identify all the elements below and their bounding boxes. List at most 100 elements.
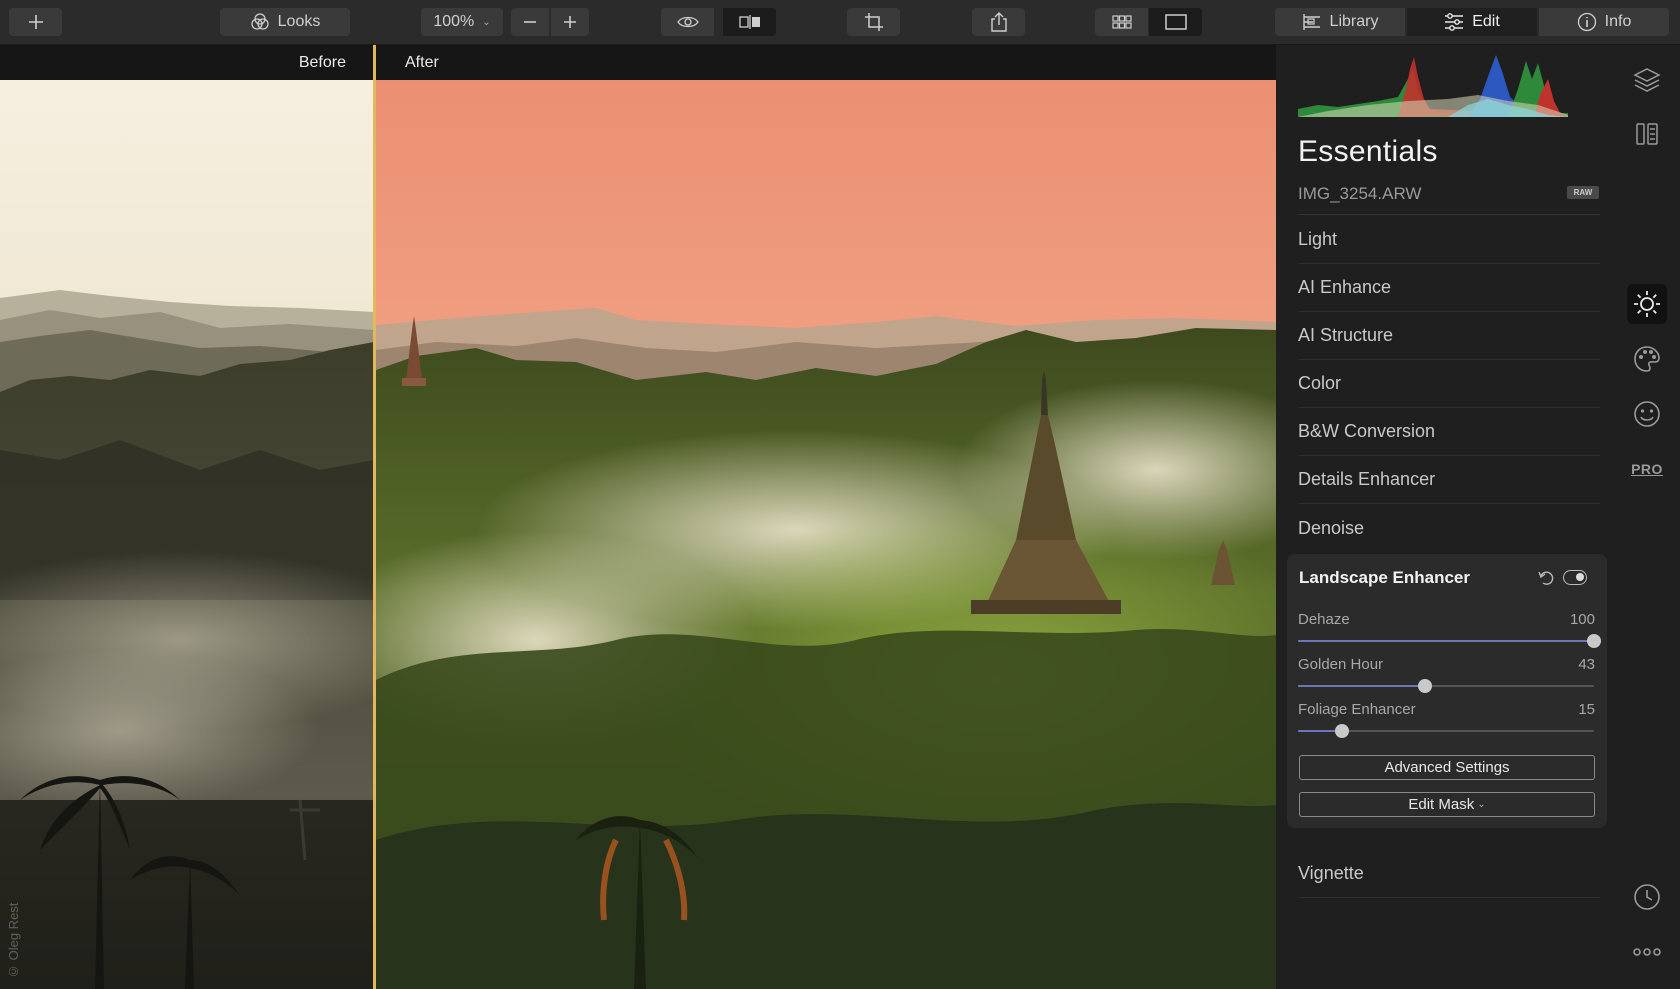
compare-split-handle[interactable] xyxy=(373,45,376,989)
section-vignette[interactable]: Vignette xyxy=(1298,850,1600,898)
library-icon xyxy=(1302,14,1320,30)
section-label: B&W Conversion xyxy=(1298,421,1436,441)
section-label: Denoise xyxy=(1298,517,1365,538)
more-button[interactable] xyxy=(1627,932,1667,972)
split-view-icon xyxy=(738,15,760,29)
slider-thumb[interactable] xyxy=(1335,724,1350,738)
single-image-icon xyxy=(1164,14,1187,30)
section-ai-enhance[interactable]: AI Enhance xyxy=(1298,264,1600,312)
layers-icon xyxy=(1633,68,1661,92)
looks-label: Looks xyxy=(277,13,321,30)
tool-rail: PRO xyxy=(1614,45,1680,989)
before-label: Before xyxy=(298,54,346,71)
grid-icon xyxy=(1111,15,1132,29)
section-color[interactable]: Color xyxy=(1298,360,1600,408)
chevron-down-icon: ⌄ xyxy=(482,16,491,28)
slider-value: 43 xyxy=(1578,656,1595,673)
slider-label: Dehaze xyxy=(1298,611,1350,628)
landscape-enhancer-card: Landscape Enhancer Dehaze 100 Golden Hou… xyxy=(1287,554,1607,828)
card-title[interactable]: Landscape Enhancer xyxy=(1299,568,1470,588)
raw-badge: RAW xyxy=(1567,186,1599,199)
section-denoise[interactable]: Denoise xyxy=(1298,504,1600,552)
info-label: Info xyxy=(1604,13,1632,30)
tab-library[interactable]: Library xyxy=(1275,8,1405,36)
sun-icon xyxy=(1634,291,1660,317)
section-label: AI Enhance xyxy=(1298,277,1392,297)
portrait-button[interactable] xyxy=(1627,394,1667,434)
layers-button[interactable] xyxy=(1627,59,1667,99)
face-icon xyxy=(1634,401,1660,427)
after-image xyxy=(376,80,1276,989)
photo-credit: © Oleg Rest xyxy=(6,902,21,979)
divider xyxy=(1298,214,1600,215)
clock-icon xyxy=(1634,884,1660,910)
library-label: Library xyxy=(1329,13,1379,30)
foliage-enhancer-slider[interactable] xyxy=(1298,724,1594,738)
essentials-button[interactable] xyxy=(1627,284,1667,324)
compare-labels-bar: Before After xyxy=(0,45,1276,80)
section-label: AI Structure xyxy=(1298,325,1394,345)
crop-button[interactable] xyxy=(847,8,900,36)
slider-value: 15 xyxy=(1578,701,1595,718)
share-button[interactable] xyxy=(972,8,1025,36)
slider-thumb[interactable] xyxy=(1418,679,1433,693)
presets-button[interactable] xyxy=(1627,114,1667,154)
single-view-button[interactable] xyxy=(1149,8,1202,36)
crop-icon xyxy=(864,13,883,31)
dehaze-slider[interactable] xyxy=(1298,634,1601,648)
section-ai-structure[interactable]: AI Structure xyxy=(1298,312,1600,360)
button-label: Advanced Settings xyxy=(1384,759,1510,776)
sliders-icon xyxy=(1445,13,1464,31)
slider-label: Golden Hour xyxy=(1298,656,1384,673)
share-icon xyxy=(990,12,1007,32)
file-name: IMG_3254.ARW xyxy=(1298,184,1422,203)
zoom-in-button[interactable] xyxy=(551,8,589,36)
tab-edit[interactable]: Edit xyxy=(1407,8,1537,36)
histogram xyxy=(1298,49,1568,117)
edit-label: Edit xyxy=(1472,13,1500,30)
looks-button[interactable]: Looks xyxy=(220,8,350,36)
more-icon xyxy=(1633,948,1661,956)
presets-icon xyxy=(1636,123,1658,145)
palette-icon xyxy=(1634,346,1660,372)
zoom-out-button[interactable] xyxy=(511,8,549,36)
section-details-enhancer[interactable]: Details Enhancer xyxy=(1298,456,1600,504)
zoom-select[interactable]: 100% ⌄ xyxy=(421,8,503,36)
section-light[interactable]: Light xyxy=(1298,216,1600,264)
creative-button[interactable] xyxy=(1627,339,1667,379)
section-label: Details Enhancer xyxy=(1298,469,1436,489)
slider-label: Foliage Enhancer xyxy=(1298,701,1416,718)
edit-mask-button[interactable]: Edit Mask ⌄ xyxy=(1299,792,1595,817)
grid-view-button[interactable] xyxy=(1095,8,1148,36)
eye-icon xyxy=(676,16,699,28)
top-toolbar: Looks 100% ⌄ Library Edit Info xyxy=(0,0,1680,45)
toggle-knob xyxy=(1576,573,1584,581)
plus-icon xyxy=(28,15,43,29)
slider-fill xyxy=(1298,640,1594,642)
slider-thumb[interactable] xyxy=(1587,634,1601,648)
button-label: Edit Mask xyxy=(1408,796,1475,813)
golden-hour-slider[interactable] xyxy=(1298,679,1594,693)
add-button[interactable] xyxy=(9,8,62,36)
photo-canvas[interactable]: Before After © Oleg Rest xyxy=(0,45,1276,989)
tab-info[interactable]: Info xyxy=(1539,8,1669,36)
chevron-down-icon: ⌄ xyxy=(1477,799,1486,810)
section-label: Light xyxy=(1298,229,1338,249)
plus-icon xyxy=(564,16,576,28)
preview-button[interactable] xyxy=(661,8,714,36)
after-label: After xyxy=(405,54,439,71)
advanced-settings-button[interactable]: Advanced Settings xyxy=(1299,755,1595,780)
zoom-value: 100% xyxy=(433,13,475,30)
essentials-panel: Essentials IMG_3254.ARW RAW Light AI Enh… xyxy=(1276,45,1614,989)
before-image: © Oleg Rest xyxy=(0,80,374,989)
history-button[interactable] xyxy=(1627,877,1667,917)
slider-value: 100 xyxy=(1569,611,1595,628)
section-bw-conversion[interactable]: B&W Conversion xyxy=(1298,408,1600,456)
slider-fill xyxy=(1298,685,1426,687)
info-icon xyxy=(1577,12,1596,32)
pro-button[interactable]: PRO xyxy=(1627,449,1667,489)
compare-button[interactable] xyxy=(723,8,776,36)
section-label: Vignette xyxy=(1298,863,1364,883)
undo-icon[interactable] xyxy=(1537,569,1555,587)
enable-toggle[interactable] xyxy=(1563,570,1587,585)
